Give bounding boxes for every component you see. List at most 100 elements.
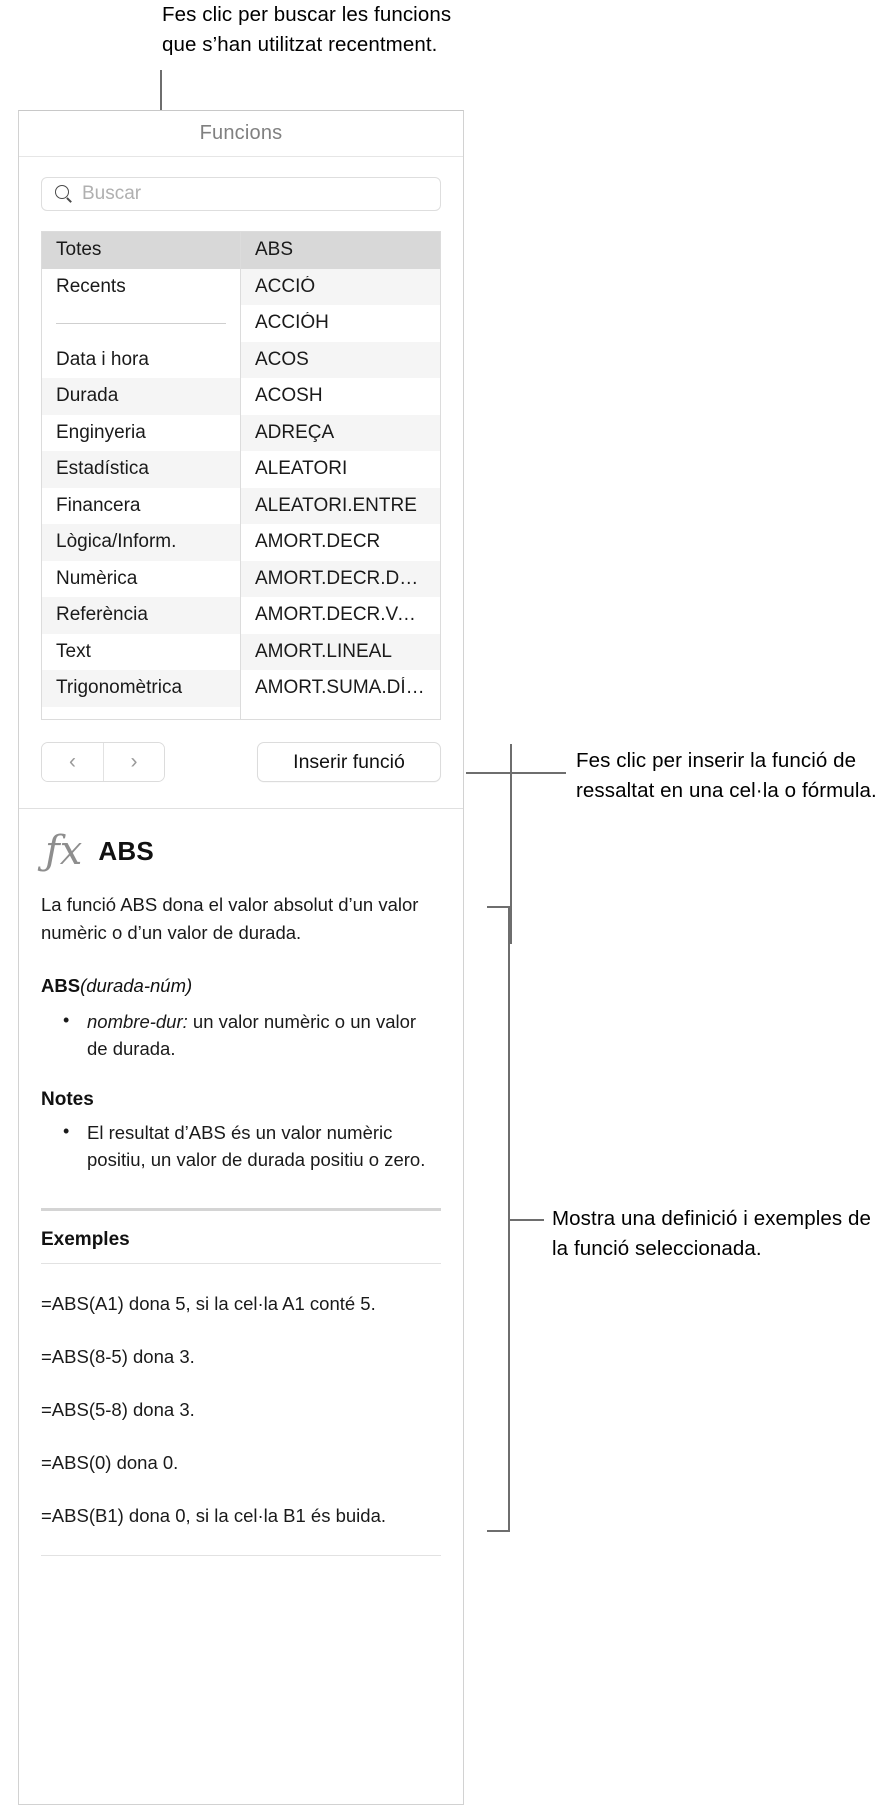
function-list-item[interactable]: ACCIÓ bbox=[241, 268, 440, 305]
function-list-item[interactable]: ADREÇA bbox=[241, 414, 440, 451]
category-list-item[interactable]: Financera bbox=[42, 487, 240, 524]
fx-icon: ƒx bbox=[45, 828, 83, 874]
category-separator bbox=[42, 305, 240, 342]
nav-group: ‹ › bbox=[41, 742, 165, 782]
prev-button[interactable]: ‹ bbox=[42, 743, 103, 781]
function-label: AMORT.DECR.DO… bbox=[255, 567, 426, 589]
callout-insert-leader-v bbox=[510, 744, 512, 944]
example-item: =ABS(0) dona 0. bbox=[41, 1451, 179, 1473]
category-list-item[interactable]: Totes bbox=[42, 232, 240, 269]
category-label: Text bbox=[56, 640, 91, 662]
callout-insert-leader-h bbox=[466, 772, 566, 774]
search-box[interactable] bbox=[41, 177, 441, 211]
function-label: AMORT.SUMA.DÍ… bbox=[255, 677, 425, 699]
function-label: AMORT.LINEAL bbox=[255, 640, 392, 662]
callout-detail-bracket-bottom bbox=[487, 1530, 509, 1532]
category-list-item[interactable]: Lògica/Inform. bbox=[42, 524, 240, 561]
example-item: =ABS(5-8) dona 3. bbox=[41, 1398, 195, 1420]
function-label: ACOS bbox=[255, 348, 309, 370]
callout-detail-leader-h bbox=[508, 1219, 544, 1221]
parameter-item: nombre-dur: un valor numèric o un valor … bbox=[63, 1007, 441, 1063]
function-browser: Totes Recents Data i hora Durada Enginyeria E… bbox=[41, 231, 441, 720]
category-list-item[interactable]: Enginyeria bbox=[42, 414, 240, 451]
note-item: El resultat d’ABS és un valor numèric po… bbox=[63, 1118, 441, 1174]
function-label: ALEATORI.ENTRE bbox=[255, 494, 417, 516]
function-label: AMORT.DECR bbox=[255, 531, 381, 553]
syntax-arguments: (durada-núm) bbox=[80, 975, 193, 996]
category-label: Referència bbox=[56, 604, 148, 626]
function-list-item[interactable]: ALEATORI.ENTRE bbox=[241, 487, 440, 524]
separator-line bbox=[56, 322, 226, 324]
screenshot-root: Fes clic per buscar les funcions que s’h… bbox=[0, 0, 891, 1817]
notes-heading: Notes bbox=[41, 1088, 94, 1110]
function-list-item[interactable]: AMORT.DECR.VA… bbox=[241, 597, 440, 634]
function-list-item[interactable]: AMORT.DECR bbox=[241, 524, 440, 561]
detail-divider bbox=[41, 1207, 441, 1211]
function-list-item[interactable]: AMORT.SUMA.DÍ… bbox=[241, 670, 440, 707]
category-list-item[interactable]: Referència bbox=[42, 597, 240, 634]
example-item: =ABS(8-5) dona 3. bbox=[41, 1345, 195, 1367]
examples-rule-top bbox=[41, 1262, 441, 1264]
function-label: ADREÇA bbox=[255, 421, 335, 443]
function-label: AMORT.DECR.VA… bbox=[255, 604, 426, 626]
function-list-item[interactable]: ABS bbox=[241, 232, 440, 269]
function-label: ABS bbox=[255, 239, 294, 261]
search-input[interactable] bbox=[82, 183, 432, 205]
next-button[interactable]: › bbox=[103, 743, 164, 781]
examples-rule-bottom bbox=[41, 1554, 441, 1556]
category-label: Estadística bbox=[56, 458, 149, 480]
category-list-item[interactable]: Recents bbox=[42, 268, 240, 305]
category-label: Recents bbox=[56, 275, 126, 297]
category-label: Data i hora bbox=[56, 348, 149, 370]
function-syntax: ABS(durada-núm) bbox=[41, 972, 441, 1000]
function-label: ACCIÓ bbox=[255, 275, 316, 297]
function-list-item[interactable]: AMORT.LINEAL bbox=[241, 633, 440, 670]
example-item: =ABS(B1) dona 0, si la cel·la B1 és buid… bbox=[41, 1504, 387, 1526]
category-label: Totes bbox=[56, 239, 102, 261]
insert-function-button[interactable]: Inserir funció bbox=[257, 742, 441, 782]
example-item: =ABS(A1) dona 5, si la cel·la A1 conté 5… bbox=[41, 1292, 376, 1314]
function-list-item[interactable]: ALEATORI bbox=[241, 451, 440, 488]
category-label: Numèrica bbox=[56, 567, 138, 589]
callout-detail-hint: Mostra una definició i exemples de la fu… bbox=[552, 1207, 872, 1260]
function-label: ACOSH bbox=[255, 385, 323, 407]
category-list[interactable]: Totes Recents Data i hora Durada Enginyeria E… bbox=[42, 232, 241, 719]
function-list-item[interactable]: ACOS bbox=[241, 341, 440, 378]
examples-list: =ABS(A1) dona 5, si la cel·la A1 conté 5… bbox=[41, 1290, 441, 1529]
category-label: Financera bbox=[56, 494, 141, 516]
syntax-function-name: ABS bbox=[41, 975, 81, 996]
function-name: ABS bbox=[98, 835, 154, 866]
parameter-list: nombre-dur: un valor numèric o un valor … bbox=[41, 1007, 441, 1063]
function-label: ALEATORI bbox=[255, 458, 348, 480]
callout-search-hint: Fes clic per buscar les funcions que s’h… bbox=[162, 3, 452, 56]
examples-heading: Exemples bbox=[41, 1228, 130, 1250]
category-label: Enginyeria bbox=[56, 421, 146, 443]
category-list-item[interactable]: Trigonomètrica bbox=[42, 670, 240, 707]
category-list-item[interactable]: Estadística bbox=[42, 451, 240, 488]
page-title: Funcions bbox=[199, 122, 283, 144]
category-label: Lògica/Inform. bbox=[56, 531, 177, 553]
search-icon bbox=[54, 184, 74, 204]
function-label: ACCIÓH bbox=[255, 312, 329, 334]
callout-insert-hint: Fes clic per inserir la funció de ressal… bbox=[576, 749, 877, 802]
category-list-item[interactable]: Data i hora bbox=[42, 341, 240, 378]
panel-titlebar: Funcions bbox=[19, 111, 463, 157]
function-detail: ƒx ABS La funció ABS dona el valor absol… bbox=[19, 808, 463, 1556]
button-bar: ‹ › Inserir funció bbox=[41, 742, 441, 782]
category-list-item[interactable]: Numèrica bbox=[42, 560, 240, 597]
category-list-item[interactable]: Durada bbox=[42, 378, 240, 415]
function-list-item[interactable]: ACCIÓH bbox=[241, 305, 440, 342]
search-section bbox=[19, 157, 463, 225]
functions-panel: Funcions Totes Recents Data i hora Durada En… bbox=[18, 110, 464, 1805]
function-list-item[interactable]: ACOSH bbox=[241, 378, 440, 415]
category-label: Durada bbox=[56, 385, 119, 407]
category-label: Trigonomètrica bbox=[56, 677, 183, 699]
parameter-name: nombre-dur: bbox=[87, 1010, 188, 1032]
category-list-item[interactable]: Text bbox=[42, 633, 240, 670]
function-description: La funció ABS dona el valor absolut d’un… bbox=[41, 894, 419, 943]
function-detail-header: ƒx ABS bbox=[41, 809, 441, 877]
function-list[interactable]: ABS ACCIÓ ACCIÓH ACOS ACOSH ADREÇA ALEATORI ALE… bbox=[241, 232, 440, 719]
function-list-item[interactable]: AMORT.DECR.DO… bbox=[241, 560, 440, 597]
callout-detail-bracket-top bbox=[487, 906, 509, 908]
notes-list: El resultat d’ABS és un valor numèric po… bbox=[41, 1118, 441, 1174]
